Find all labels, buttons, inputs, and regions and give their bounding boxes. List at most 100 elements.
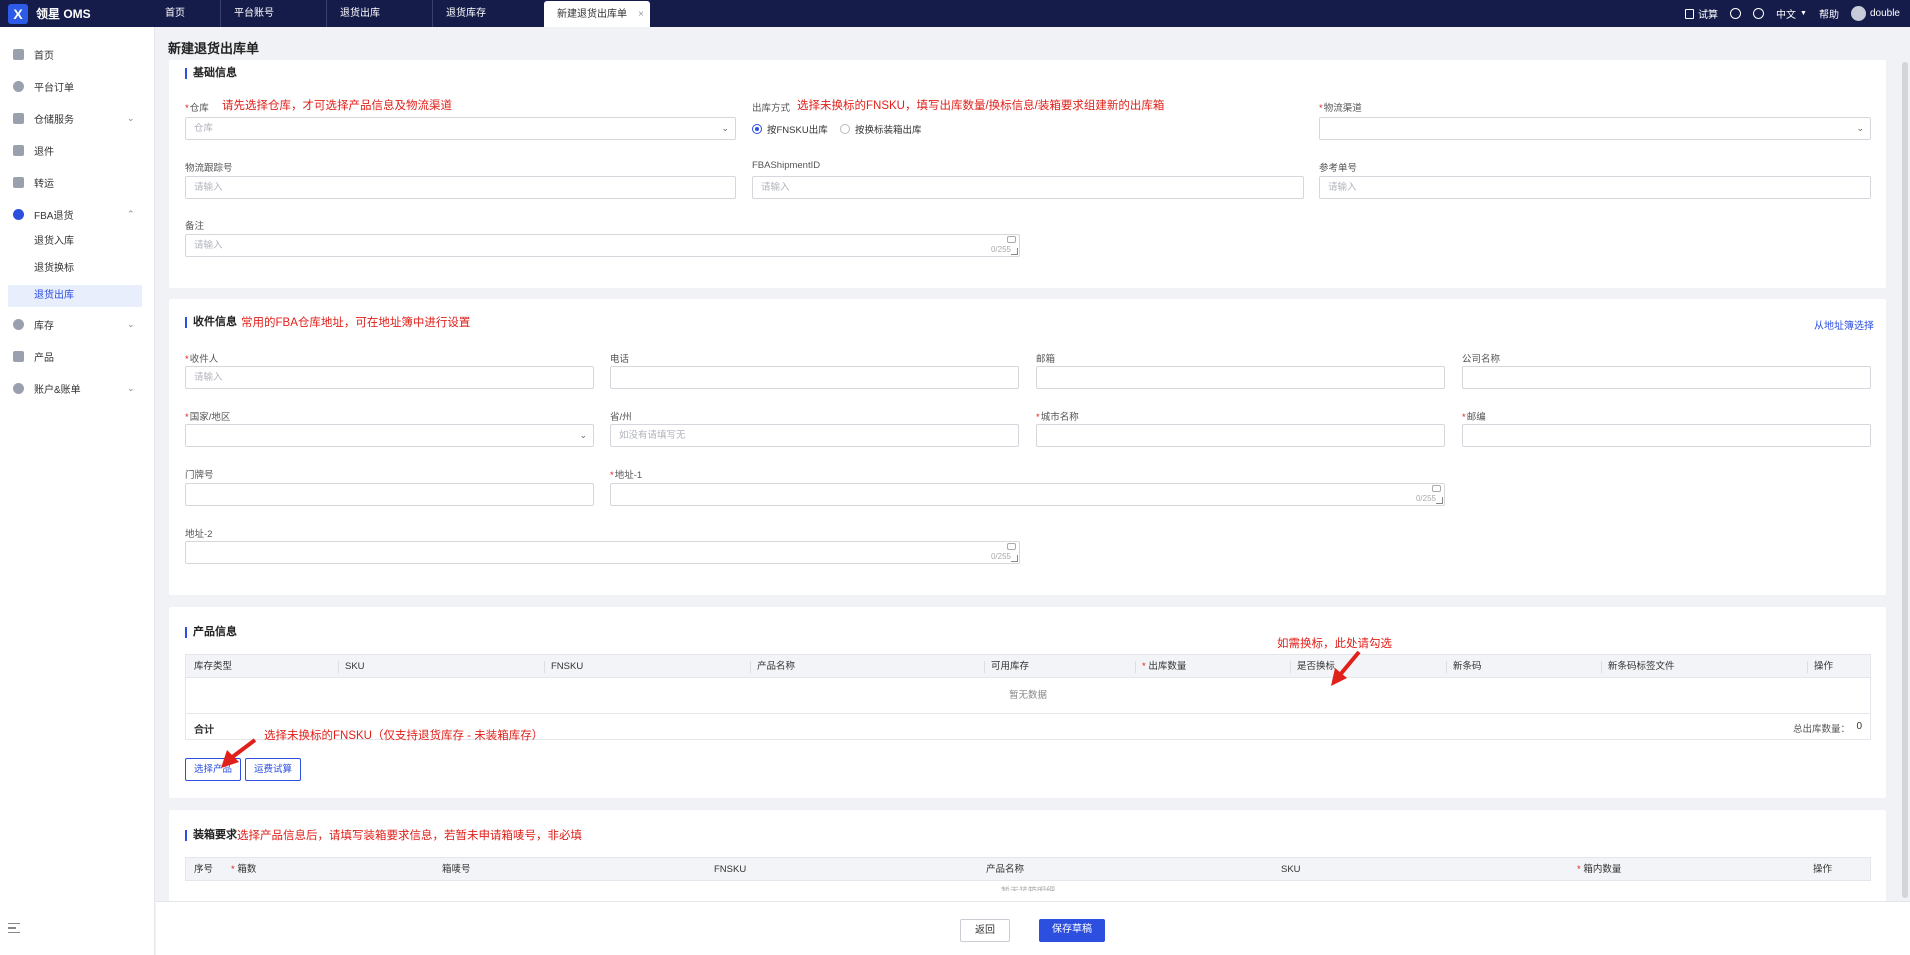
total-qty-label: 总出库数量： bbox=[1792, 724, 1850, 735]
recipient-input[interactable]: 请输入 bbox=[185, 366, 594, 389]
tab-return-outbound[interactable]: 退货出库 bbox=[326, 0, 434, 27]
resize-handle-icon[interactable] bbox=[1436, 497, 1443, 504]
col-label: 箱数 bbox=[237, 864, 257, 875]
company-input[interactable] bbox=[1462, 366, 1871, 389]
username: double bbox=[1869, 8, 1900, 19]
section-title: 装箱要求 bbox=[185, 830, 237, 841]
label-text: 城市名称 bbox=[1040, 412, 1079, 423]
radio-dot bbox=[840, 124, 850, 134]
tab-new-return-outbound[interactable]: 新建退货出库单 × bbox=[544, 1, 650, 27]
app-logo[interactable]: X 领星 OMS bbox=[8, 3, 91, 24]
sidebar-item-inventory[interactable]: 库存 ⌄ bbox=[0, 313, 155, 335]
product-box-icon bbox=[13, 350, 24, 362]
col-product-name: 产品名称 bbox=[750, 661, 795, 673]
trial-calc-button[interactable]: 试算 bbox=[1685, 6, 1718, 21]
warehouse-label: *仓库 bbox=[185, 103, 209, 114]
logistics-channel-select[interactable]: ⌄ bbox=[1319, 117, 1871, 140]
zip-input[interactable] bbox=[1462, 424, 1871, 447]
calculator-icon bbox=[1685, 8, 1695, 19]
country-select[interactable]: ⌄ bbox=[185, 424, 594, 447]
billing-icon bbox=[13, 382, 24, 394]
tab-platform-account[interactable]: 平台账号 bbox=[220, 0, 328, 27]
sidebar-item-label: 库存 bbox=[34, 320, 54, 332]
radio-by-fnsku[interactable]: 按FNSKU出库 bbox=[752, 122, 828, 136]
empty-state: 暂无数据 bbox=[185, 678, 1871, 714]
reference-number-input[interactable]: 请输入 bbox=[1319, 176, 1871, 199]
collapse-menu-icon[interactable] bbox=[8, 923, 20, 933]
close-icon[interactable]: × bbox=[638, 1, 644, 28]
bottom-action-bar: 返回 保存草稿 bbox=[156, 901, 1910, 955]
caret-down-icon: ▼ bbox=[1800, 10, 1807, 17]
outbound-method-label: 出库方式 bbox=[752, 103, 791, 114]
chevron-down-icon: ⌄ bbox=[127, 318, 135, 329]
tab-home[interactable]: 首页 bbox=[152, 0, 222, 27]
remark-label: 备注 bbox=[185, 221, 205, 232]
help-link[interactable]: 帮助 bbox=[1819, 6, 1839, 21]
app-title: 领星 OMS bbox=[36, 7, 91, 21]
sidebar-item-warehouse-service[interactable]: 仓储服务 ⌄ bbox=[0, 107, 155, 129]
save-draft-button[interactable]: 保存草稿 bbox=[1039, 919, 1105, 942]
receiver-note: 常用的FBA仓库地址，可在地址簿中进行设置 bbox=[241, 317, 471, 329]
user-menu[interactable]: double bbox=[1850, 6, 1900, 21]
download-icon[interactable] bbox=[1730, 8, 1742, 19]
col-label: 出库数量 bbox=[1148, 661, 1187, 672]
sidebar-item-home[interactable]: 首页 bbox=[0, 43, 155, 65]
email-input[interactable] bbox=[1036, 366, 1445, 389]
placeholder: 仓库 bbox=[194, 123, 214, 134]
sidebar-item-label: 平台订单 bbox=[34, 82, 74, 94]
col-stock-type: 库存类型 bbox=[194, 661, 233, 672]
spinner-icon bbox=[1007, 543, 1016, 550]
radio-dot bbox=[752, 124, 762, 134]
col-sku: SKU bbox=[1281, 864, 1301, 875]
address1-textarea[interactable]: 0/255 bbox=[610, 483, 1445, 506]
sidebar-sub-return-relabel[interactable]: 退货换标 bbox=[8, 258, 142, 280]
remark-textarea[interactable]: 请输入 0/255 bbox=[185, 234, 1020, 257]
province-label: 省/州 bbox=[610, 412, 632, 423]
total-label: 合计 bbox=[194, 725, 214, 736]
sidebar-item-platform-orders[interactable]: 平台订单 bbox=[0, 75, 155, 97]
warehouse-select[interactable]: 仓库 ⌄ bbox=[185, 117, 736, 140]
inventory-icon bbox=[13, 318, 24, 330]
logo-icon: X bbox=[8, 3, 28, 24]
section-title: 收件信息 bbox=[185, 317, 237, 328]
scrollbar-thumb[interactable] bbox=[1902, 62, 1908, 898]
sidebar-item-transfer[interactable]: 转运 bbox=[0, 171, 155, 193]
label-text: 地址-1 bbox=[614, 470, 643, 481]
fba-shipment-id-input[interactable]: 请输入 bbox=[752, 176, 1304, 199]
country-label: *国家/地区 bbox=[185, 412, 231, 423]
sidebar-item-returns[interactable]: 退件 bbox=[0, 139, 155, 161]
tracking-number-input[interactable]: 请输入 bbox=[185, 176, 736, 199]
resize-handle-icon[interactable] bbox=[1011, 248, 1018, 255]
packing-note: 选择产品信息后，请填写装箱要求信息，若暂未申请箱唛号，非必填 bbox=[237, 830, 582, 842]
address2-textarea[interactable]: 0/255 bbox=[185, 541, 1020, 564]
address2-label: 地址-2 bbox=[185, 529, 213, 540]
col-new-barcode: 新条码 bbox=[1446, 661, 1482, 673]
city-input[interactable] bbox=[1036, 424, 1445, 447]
sidebar-item-label: 退件 bbox=[34, 146, 54, 158]
phone-input[interactable] bbox=[610, 366, 1019, 389]
tab-return-inventory[interactable]: 退货库存 bbox=[432, 0, 542, 27]
sidebar-item-label: 仓储服务 bbox=[34, 114, 74, 126]
page-scrollbar[interactable] bbox=[1902, 62, 1908, 898]
sidebar-item-accounts-billing[interactable]: 账户&账单 ⌄ bbox=[0, 377, 155, 399]
email-label: 邮箱 bbox=[1036, 354, 1056, 365]
door-number-input[interactable] bbox=[185, 483, 594, 506]
label-text: 物流渠道 bbox=[1323, 103, 1362, 114]
language-select[interactable]: 中文 ▼ bbox=[1776, 6, 1807, 21]
select-from-address-book-link[interactable]: 从地址簿选择 bbox=[1814, 317, 1874, 332]
sidebar-item-fba-returns[interactable]: FBA退货 ⌃ bbox=[0, 203, 155, 225]
chevron-down-icon: ⌄ bbox=[721, 123, 729, 133]
radio-by-relabel-box[interactable]: 按换标装箱出库 bbox=[840, 122, 922, 136]
col-label: 箱内数量 bbox=[1583, 864, 1622, 875]
sidebar-sub-return-outbound[interactable]: 退货出库 bbox=[8, 285, 142, 307]
fba-shield-icon bbox=[13, 208, 24, 220]
sidebar-sub-return-inbound[interactable]: 退货入库 bbox=[8, 231, 142, 253]
resize-handle-icon[interactable] bbox=[1011, 555, 1018, 562]
col-qty-in-box: * 箱内数量 bbox=[1577, 864, 1622, 875]
back-button[interactable]: 返回 bbox=[960, 919, 1010, 942]
home-icon bbox=[13, 48, 24, 60]
sidebar-item-products[interactable]: 产品 bbox=[0, 345, 155, 367]
province-input[interactable]: 如没有请填写无 bbox=[610, 424, 1019, 447]
gear-icon[interactable] bbox=[1753, 8, 1765, 19]
section-title: 基础信息 bbox=[185, 68, 237, 79]
